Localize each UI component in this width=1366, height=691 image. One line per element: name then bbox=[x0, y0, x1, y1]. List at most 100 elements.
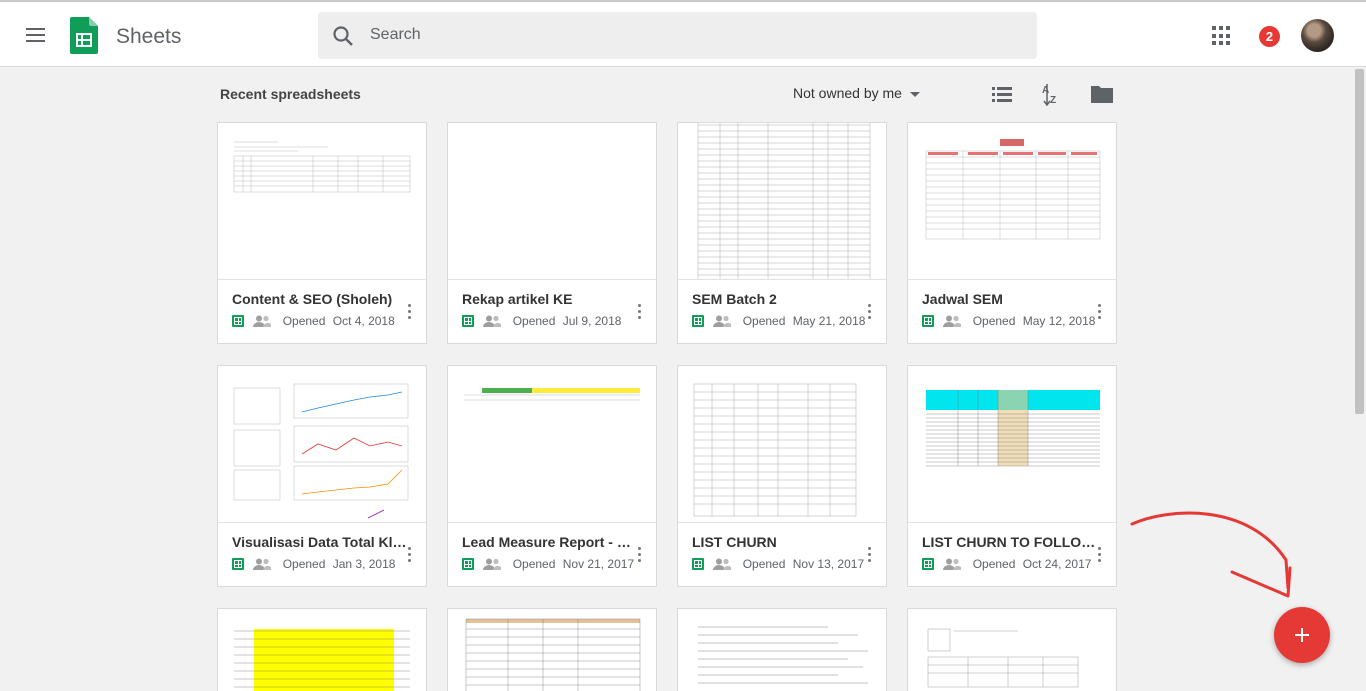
shared-people-icon bbox=[943, 315, 962, 327]
spreadsheet-thumbnail bbox=[218, 609, 426, 691]
opened-date: May 12, 2018 bbox=[1022, 313, 1096, 328]
opened-label: Opened bbox=[972, 556, 1016, 571]
opened-date: Oct 4, 2018 bbox=[332, 313, 395, 328]
svg-text:Z: Z bbox=[1050, 95, 1056, 106]
shared-people-icon bbox=[483, 315, 502, 327]
spreadsheet-title: Lead Measure Report - Fa... bbox=[462, 534, 637, 550]
sheets-file-icon bbox=[232, 314, 244, 327]
spreadsheet-card[interactable] bbox=[907, 608, 1117, 691]
spreadsheet-card[interactable]: Lead Measure Report - Fa... Opened Nov 2… bbox=[447, 365, 657, 587]
opened-label: Opened bbox=[972, 313, 1016, 328]
shared-people-icon bbox=[943, 558, 962, 570]
spreadsheet-card[interactable]: LIST CHURN TO FOLLOW ... Opened Oct 24, … bbox=[907, 365, 1117, 587]
annotation-arrow-icon bbox=[1130, 511, 1292, 598]
search-icon[interactable] bbox=[332, 25, 354, 47]
more-options-icon[interactable] bbox=[1096, 304, 1102, 322]
spreadsheet-card[interactable] bbox=[217, 608, 427, 691]
spreadsheet-card[interactable]: Rekap artikel KE Opened Jul 9, 2018 bbox=[447, 122, 657, 344]
sort-az-icon[interactable]: A Z bbox=[1039, 82, 1063, 106]
spreadsheet-thumbnail bbox=[908, 123, 1116, 280]
hamburger-menu-icon[interactable] bbox=[22, 24, 50, 48]
more-options-icon[interactable] bbox=[866, 547, 872, 565]
shared-people-icon bbox=[713, 315, 732, 327]
opened-label: Opened bbox=[282, 556, 326, 571]
more-options-icon[interactable] bbox=[406, 547, 412, 565]
owner-filter-dropdown[interactable]: Not owned by me bbox=[793, 85, 920, 101]
spreadsheet-card[interactable]: Jadwal SEM Opened May 12, 2018 bbox=[907, 122, 1117, 344]
spreadsheet-meta: Opened Nov 21, 2017 bbox=[462, 556, 635, 571]
spreadsheet-meta: Opened Oct 4, 2018 bbox=[232, 313, 395, 328]
search-input[interactable] bbox=[370, 20, 1010, 50]
spreadsheet-title: LIST CHURN bbox=[692, 534, 777, 550]
spreadsheet-meta: Opened May 21, 2018 bbox=[692, 313, 866, 328]
spreadsheet-meta: Opened Oct 24, 2017 bbox=[922, 556, 1092, 571]
spreadsheet-meta: Opened Jan 3, 2018 bbox=[232, 556, 396, 571]
spreadsheet-title: SEM Batch 2 bbox=[692, 291, 777, 307]
spreadsheet-card[interactable] bbox=[677, 608, 887, 691]
notifications-badge[interactable]: 2 bbox=[1259, 26, 1280, 47]
sheets-file-icon bbox=[462, 557, 474, 570]
opened-label: Opened bbox=[742, 313, 786, 328]
svg-text:A: A bbox=[1042, 85, 1049, 96]
more-options-icon[interactable] bbox=[636, 304, 642, 322]
shared-people-icon bbox=[483, 558, 502, 570]
spreadsheet-thumbnail bbox=[448, 123, 656, 280]
sheets-logo[interactable] bbox=[70, 17, 98, 54]
spreadsheet-thumbnail bbox=[678, 609, 886, 691]
more-options-icon[interactable] bbox=[866, 304, 872, 322]
sheets-file-icon bbox=[462, 314, 474, 327]
sheets-file-icon bbox=[692, 314, 704, 327]
account-avatar[interactable] bbox=[1301, 19, 1334, 52]
spreadsheet-title: Visualisasi Data Total Klik... bbox=[232, 534, 407, 550]
opened-date: Jul 9, 2018 bbox=[562, 313, 622, 328]
app-title[interactable]: Sheets bbox=[116, 25, 181, 49]
shared-people-icon bbox=[253, 315, 272, 327]
opened-date: Nov 13, 2017 bbox=[792, 556, 865, 571]
spreadsheet-thumbnail bbox=[448, 609, 656, 691]
list-view-icon[interactable] bbox=[990, 84, 1014, 104]
opened-date: Nov 21, 2017 bbox=[562, 556, 635, 571]
sheets-file-icon bbox=[922, 557, 934, 570]
folder-icon[interactable] bbox=[1090, 84, 1114, 104]
spreadsheet-meta: Opened Jul 9, 2018 bbox=[462, 313, 622, 328]
opened-label: Opened bbox=[512, 556, 556, 571]
sheets-file-icon bbox=[922, 314, 934, 327]
opened-date: May 21, 2018 bbox=[792, 313, 866, 328]
apps-grid-icon[interactable] bbox=[1212, 26, 1232, 46]
spreadsheet-card[interactable]: Visualisasi Data Total Klik... Opened Ja… bbox=[217, 365, 427, 587]
spreadsheet-title: Rekap artikel KE bbox=[462, 291, 573, 307]
more-options-icon[interactable] bbox=[406, 304, 412, 322]
spreadsheet-thumbnail bbox=[678, 366, 886, 523]
more-options-icon[interactable] bbox=[636, 547, 642, 565]
spreadsheet-card[interactable]: SEM Batch 2 Opened May 21, 2018 bbox=[677, 122, 887, 344]
spreadsheet-card[interactable]: Content & SEO (Sholeh) Opened Oct 4, 201… bbox=[217, 122, 427, 344]
spreadsheet-title: Jadwal SEM bbox=[922, 291, 1003, 307]
spreadsheet-thumbnail bbox=[908, 366, 1116, 523]
shared-people-icon bbox=[713, 558, 732, 570]
owner-filter-label: Not owned by me bbox=[793, 85, 902, 101]
spreadsheet-thumbnail bbox=[448, 366, 656, 523]
caret-down-icon bbox=[909, 91, 920, 97]
spreadsheet-title: Content & SEO (Sholeh) bbox=[232, 291, 393, 307]
sheets-file-icon bbox=[692, 557, 704, 570]
section-title: Recent spreadsheets bbox=[220, 86, 361, 102]
opened-date: Jan 3, 2018 bbox=[332, 556, 396, 571]
spreadsheet-thumbnail bbox=[908, 609, 1116, 691]
opened-label: Opened bbox=[742, 556, 786, 571]
scrollbar-thumb[interactable] bbox=[1355, 69, 1364, 414]
spreadsheet-card[interactable]: LIST CHURN Opened Nov 13, 2017 bbox=[677, 365, 887, 587]
spreadsheet-card[interactable] bbox=[447, 608, 657, 691]
search-bar[interactable] bbox=[318, 12, 1037, 59]
spreadsheet-meta: Opened May 12, 2018 bbox=[922, 313, 1096, 328]
opened-label: Opened bbox=[512, 313, 556, 328]
shared-people-icon bbox=[253, 558, 272, 570]
top-app-bar: Sheets 2 bbox=[0, 0, 1366, 67]
new-spreadsheet-button[interactable] bbox=[1274, 607, 1330, 663]
opened-date: Oct 24, 2017 bbox=[1022, 556, 1092, 571]
spreadsheet-thumbnail bbox=[218, 123, 426, 280]
more-options-icon[interactable] bbox=[1096, 547, 1102, 565]
spreadsheet-thumbnail bbox=[218, 366, 426, 523]
spreadsheet-title: LIST CHURN TO FOLLOW ... bbox=[922, 534, 1097, 550]
sheets-file-icon bbox=[232, 557, 244, 570]
spreadsheet-thumbnail bbox=[678, 123, 886, 280]
